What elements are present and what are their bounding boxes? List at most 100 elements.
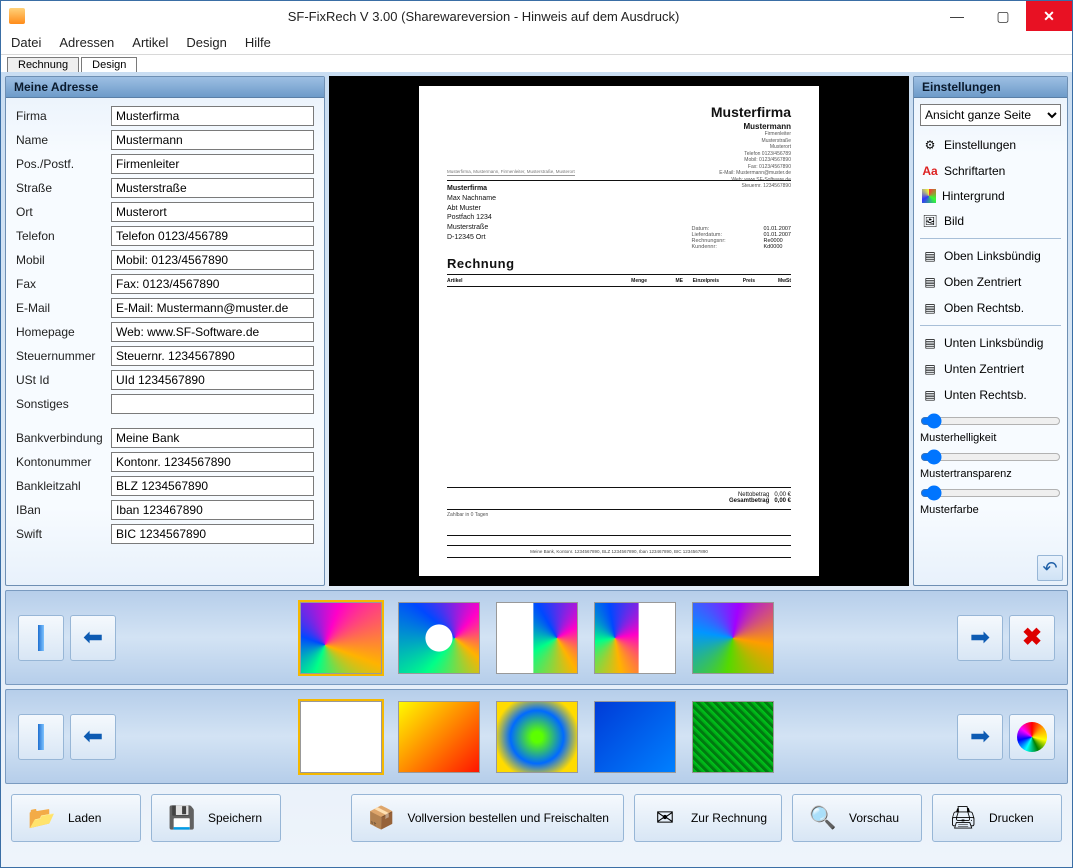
template-thumb-3[interactable]: [496, 602, 578, 674]
bg-thumb-2[interactable]: [398, 701, 480, 773]
slider-helligkeit[interactable]: [920, 414, 1061, 428]
label-iban: IBan: [16, 503, 111, 517]
input-fax[interactable]: [111, 274, 314, 294]
label-swift: Swift: [16, 527, 111, 541]
input-swift[interactable]: [111, 524, 314, 544]
menu-adressen[interactable]: Adressen: [59, 35, 114, 50]
bottom-toolbar: 📂Laden 💾Speichern 📦Vollversion bestellen…: [5, 788, 1068, 848]
window-title: SF-FixRech V 3.00 (Sharewareversion - Hi…: [33, 9, 934, 24]
label-email: E-Mail: [16, 301, 111, 315]
input-sonstiges[interactable]: [111, 394, 314, 414]
settings-panel-title: Einstellungen: [914, 77, 1067, 98]
strip1-prev-button[interactable]: ⬅: [70, 615, 116, 661]
input-steuernr[interactable]: [111, 346, 314, 366]
save-button[interactable]: 💾Speichern: [151, 794, 281, 842]
template-thumb-2[interactable]: [398, 602, 480, 674]
minimize-button[interactable]: —: [934, 1, 980, 31]
item-hintergrund[interactable]: Hintergrund: [920, 184, 1061, 208]
label-pos: Pos./Postf.: [16, 157, 111, 171]
label-blz: Bankleitzahl: [16, 479, 111, 493]
titlebar: SF-FixRech V 3.00 (Sharewareversion - Hi…: [1, 1, 1072, 31]
slider-transparenz[interactable]: [920, 450, 1061, 464]
template-thumb-5[interactable]: [692, 602, 774, 674]
input-ustid[interactable]: [111, 370, 314, 390]
template-strip-2: ⬅ ➡: [5, 689, 1068, 784]
strip2-first-button[interactable]: [18, 714, 64, 760]
maximize-button[interactable]: ▢: [980, 1, 1026, 31]
label-mobil: Mobil: [16, 253, 111, 267]
slider-farbe[interactable]: [920, 486, 1061, 500]
label-steuernr: Steuernummer: [16, 349, 111, 363]
item-oben-links[interactable]: ▤Oben Linksbündig: [920, 243, 1061, 269]
main-tabs: Rechnung Design: [1, 55, 1072, 72]
close-button[interactable]: ✕: [1026, 1, 1072, 31]
strip2-prev-button[interactable]: ⬅: [70, 714, 116, 760]
item-einstellungen[interactable]: ⚙Einstellungen: [920, 132, 1061, 158]
arrow-right-icon: ➡: [970, 623, 990, 652]
view-select[interactable]: Ansicht ganze Seite: [920, 104, 1061, 126]
address-panel-title: Meine Adresse: [6, 77, 324, 98]
address-panel: Meine Adresse Firma Name Pos./Postf. Str…: [5, 76, 325, 586]
strip1-first-button[interactable]: [18, 615, 64, 661]
input-name[interactable]: [111, 130, 314, 150]
preview-pane: Musterfirma Mustermann Firmenleiter Must…: [329, 76, 909, 586]
print-button[interactable]: 🖨Drucken: [932, 794, 1062, 842]
folder-icon: 📂: [26, 802, 58, 834]
image-icon: 🖼: [922, 213, 938, 229]
bg-thumb-1[interactable]: [300, 701, 382, 773]
menu-design[interactable]: Design: [186, 35, 226, 50]
input-homepage[interactable]: [111, 322, 314, 342]
input-bank[interactable]: [111, 428, 314, 448]
template-thumb-1[interactable]: [300, 602, 382, 674]
item-bild[interactable]: 🖼Bild: [920, 208, 1061, 234]
delete-icon: ✖: [1022, 623, 1042, 652]
preview-button[interactable]: 🔍Vorschau: [792, 794, 922, 842]
bg-thumb-5[interactable]: [692, 701, 774, 773]
input-telefon[interactable]: [111, 226, 314, 246]
label-fax: Fax: [16, 277, 111, 291]
to-invoice-button[interactable]: ✉Zur Rechnung: [634, 794, 782, 842]
strip2-palette-button[interactable]: [1009, 714, 1055, 760]
settings-panel: Einstellungen Ansicht ganze Seite ⚙Einst…: [913, 76, 1068, 586]
item-schriftarten[interactable]: AaSchriftarten: [920, 158, 1061, 184]
input-firma[interactable]: [111, 106, 314, 126]
preview-page[interactable]: Musterfirma Mustermann Firmenleiter Must…: [419, 86, 819, 576]
label-konto: Kontonummer: [16, 455, 111, 469]
menu-datei[interactable]: Datei: [11, 35, 41, 50]
tab-design[interactable]: Design: [81, 57, 137, 72]
menu-hilfe[interactable]: Hilfe: [245, 35, 271, 50]
first-icon: [38, 625, 44, 651]
input-iban[interactable]: [111, 500, 314, 520]
undo-button[interactable]: ↶: [1037, 555, 1063, 581]
label-strasse: Straße: [16, 181, 111, 195]
align-br-icon: ▤: [922, 387, 938, 403]
input-email[interactable]: [111, 298, 314, 318]
input-mobil[interactable]: [111, 250, 314, 270]
strip2-next-button[interactable]: ➡: [957, 714, 1003, 760]
input-ort[interactable]: [111, 202, 314, 222]
order-full-button[interactable]: 📦Vollversion bestellen und Freischalten: [351, 794, 624, 842]
item-oben-rechts[interactable]: ▤Oben Rechtsb.: [920, 295, 1061, 321]
align-tc-icon: ▤: [922, 274, 938, 290]
load-button[interactable]: 📂Laden: [11, 794, 141, 842]
input-blz[interactable]: [111, 476, 314, 496]
align-bc-icon: ▤: [922, 361, 938, 377]
item-oben-zentriert[interactable]: ▤Oben Zentriert: [920, 269, 1061, 295]
input-pos[interactable]: [111, 154, 314, 174]
preview-invoice-title: Rechnung: [447, 256, 515, 271]
strip1-next-button[interactable]: ➡: [957, 615, 1003, 661]
bg-thumb-3[interactable]: [496, 701, 578, 773]
menu-artikel[interactable]: Artikel: [132, 35, 168, 50]
item-unten-links[interactable]: ▤Unten Linksbündig: [920, 330, 1061, 356]
input-strasse[interactable]: [111, 178, 314, 198]
label-telefon: Telefon: [16, 229, 111, 243]
template-thumb-4[interactable]: [594, 602, 676, 674]
tab-rechnung[interactable]: Rechnung: [7, 57, 79, 72]
label-ustid: USt Id: [16, 373, 111, 387]
bg-thumb-4[interactable]: [594, 701, 676, 773]
item-unten-rechts[interactable]: ▤Unten Rechtsb.: [920, 382, 1061, 408]
item-unten-zentriert[interactable]: ▤Unten Zentriert: [920, 356, 1061, 382]
preview-person: Mustermann: [711, 122, 791, 131]
strip1-delete-button[interactable]: ✖: [1009, 615, 1055, 661]
input-konto[interactable]: [111, 452, 314, 472]
